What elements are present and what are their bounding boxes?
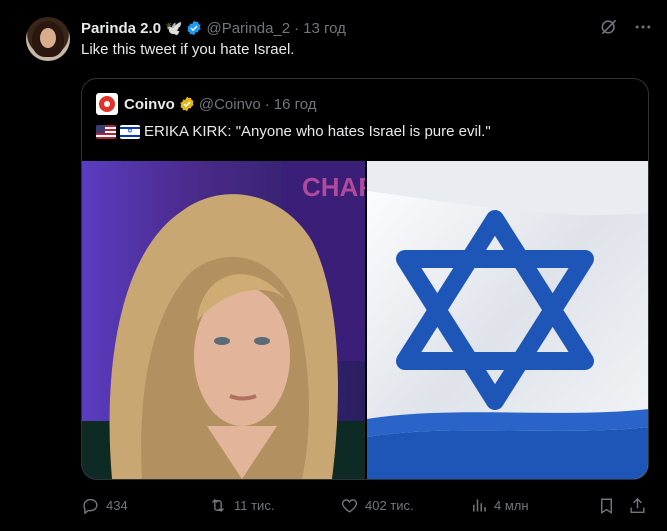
quoted-text: ERIKA KIRK: "Anyone who hates Israel is … <box>144 123 491 140</box>
views-button[interactable]: 4 млн <box>470 496 529 515</box>
quoted-tweet-text: ✡ ERIKA KIRK: "Anyone who hates Israel i… <box>96 123 491 140</box>
grok-icon[interactable] <box>599 17 619 37</box>
quoted-timestamp[interactable]: 16 год <box>274 96 317 113</box>
repost-button[interactable]: 11 тис. <box>208 496 274 515</box>
share-icon[interactable] <box>628 496 647 516</box>
author-handle[interactable]: @Parinda_2 <box>206 20 290 37</box>
israel-flag-illustration <box>367 161 648 479</box>
separator-dot: · <box>294 19 300 37</box>
views-count: 4 млн <box>494 498 529 513</box>
us-flag-icon <box>96 124 116 139</box>
reply-button[interactable]: 434 <box>81 496 128 515</box>
portrait-illustration: CHARL KIRK <box>82 161 365 479</box>
tweet-top-actions <box>599 17 653 37</box>
tweet-text: Like this tweet if you hate Israel. <box>81 41 295 58</box>
author-avatar[interactable] <box>26 17 70 61</box>
tweet-timestamp[interactable]: 13 год <box>303 20 346 37</box>
reply-icon <box>83 498 98 515</box>
heart-icon <box>341 499 358 513</box>
quoted-author-name[interactable]: Coinvo <box>124 96 175 113</box>
quoted-author-handle[interactable]: @Coinvo <box>199 96 261 113</box>
repost-count: 11 тис. <box>234 498 275 513</box>
more-options-icon[interactable] <box>633 17 653 37</box>
like-button[interactable]: 402 тис. <box>340 496 414 515</box>
quoted-tweet[interactable]: Coinvo @Coinvo · 16 год ✡ ERIKA KIRK: "A… <box>81 78 649 480</box>
quoted-separator-dot: · <box>264 95 270 113</box>
like-count: 402 тис. <box>365 498 414 513</box>
repost-icon <box>211 498 225 513</box>
quoted-tweet-header: Coinvo @Coinvo · 16 год <box>96 93 317 115</box>
israel-flag-icon: ✡ <box>120 124 140 139</box>
verified-badge-icon <box>187 20 202 36</box>
tweet-header: Parinda 2.0 🕊️ @Parinda_2 · 13 год <box>81 18 346 38</box>
dove-emoji: 🕊️ <box>165 19 183 36</box>
author-name[interactable]: Parinda 2.0 <box>81 20 161 37</box>
coinvo-logo-icon[interactable] <box>96 93 118 115</box>
backdrop-text: CHARL KIRK <box>302 172 365 202</box>
reply-count: 434 <box>106 498 128 513</box>
views-icon <box>473 499 486 512</box>
quoted-media[interactable]: CHARL KIRK <box>82 161 648 479</box>
avatar-face <box>40 28 56 48</box>
tweet[interactable]: Parinda 2.0 🕊️ @Parinda_2 · 13 год Like … <box>0 0 667 531</box>
portrait-photo[interactable]: CHARL KIRK <box>82 161 365 479</box>
verified-gold-badge-icon <box>180 96 194 112</box>
bookmark-icon[interactable] <box>597 496 616 516</box>
israel-flag-photo[interactable] <box>367 161 648 479</box>
